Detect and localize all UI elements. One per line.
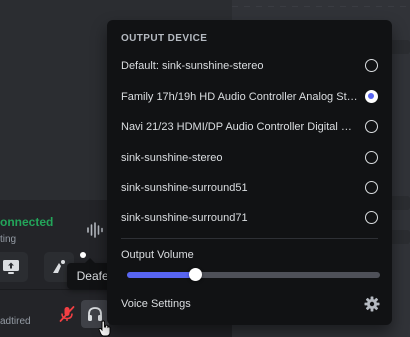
- radio-button[interactable]: [365, 151, 378, 164]
- radio-button[interactable]: [365, 120, 378, 133]
- menu-header: OUTPUT DEVICE: [121, 33, 208, 44]
- activity-icon: [53, 260, 65, 273]
- device-option-label: Family 17h/19h HD Audio Controller Analo…: [121, 91, 359, 103]
- slider-fill: [127, 272, 196, 278]
- device-option[interactable]: sink-sunshine-surround71: [113, 204, 386, 232]
- background-block: [390, 40, 410, 54]
- voice-connected-status: onnected: [0, 215, 54, 229]
- device-option-label: sink-sunshine-surround51: [121, 182, 248, 194]
- device-option[interactable]: sink-sunshine-surround51: [113, 174, 386, 202]
- mute-button[interactable]: [53, 300, 81, 328]
- radio-button[interactable]: [365, 59, 378, 72]
- device-option[interactable]: sink-sunshine-stereo: [113, 144, 386, 172]
- radio-button[interactable]: [365, 181, 378, 194]
- device-option-label: sink-sunshine-stereo: [121, 152, 223, 164]
- decorative-line: [232, 6, 410, 7]
- slider-handle[interactable]: [189, 268, 203, 281]
- screen-share-button[interactable]: [0, 252, 28, 282]
- voice-channel-subtext: ting: [0, 234, 17, 245]
- background-block: [390, 230, 410, 244]
- sound-wave-icon[interactable]: [86, 221, 104, 239]
- radio-button[interactable]: [365, 211, 378, 224]
- output-volume-slider[interactable]: [127, 268, 380, 281]
- device-option[interactable]: Default: sink-sunshine-stereo: [113, 52, 386, 80]
- device-option[interactable]: Family 17h/19h HD Audio Controller Analo…: [113, 83, 386, 111]
- device-option[interactable]: Navi 21/23 HDMI/DP Audio Controller Digi…: [113, 113, 386, 141]
- device-option-label: Default: sink-sunshine-stereo: [121, 60, 264, 72]
- device-option-label: Navi 21/23 HDMI/DP Audio Controller Digi…: [121, 121, 359, 133]
- menu-separator: [121, 238, 378, 239]
- user-tag: adtired: [0, 316, 31, 327]
- mic-muted-icon: [59, 306, 75, 322]
- device-option-label: sink-sunshine-surround71: [121, 212, 248, 224]
- output-volume-label: Output Volume: [121, 249, 194, 261]
- voice-settings-label[interactable]: Voice Settings: [121, 298, 191, 310]
- screen-share-icon: [3, 260, 19, 274]
- gear-icon[interactable]: [364, 296, 380, 312]
- background-block: [390, 196, 410, 210]
- output-device-menu: OUTPUT DEVICE Default: sink-sunshine-ste…: [107, 20, 392, 325]
- radio-button-selected[interactable]: [365, 90, 378, 103]
